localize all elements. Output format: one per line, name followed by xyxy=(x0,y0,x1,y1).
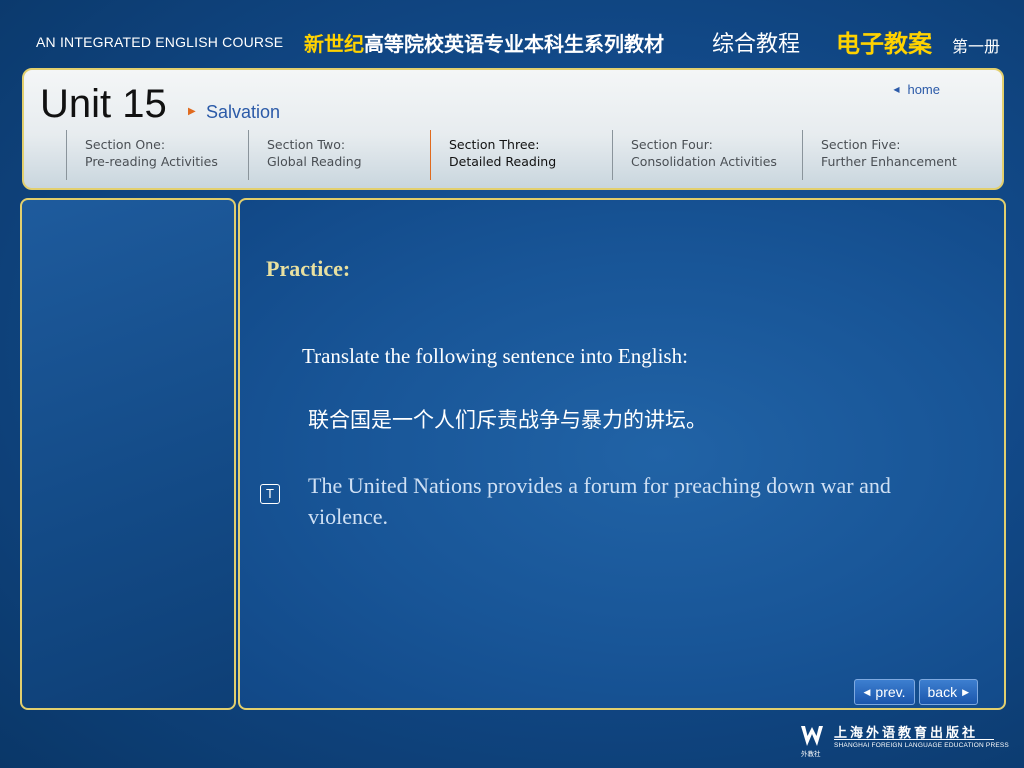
chinese-sentence: 联合国是一个人们斥责战争与暴力的讲坛。 xyxy=(308,408,707,432)
publisher-w-icon: 外教社 xyxy=(801,726,823,758)
series-title-accent: 新世纪 xyxy=(304,32,364,56)
home-label: home xyxy=(907,82,940,97)
section-subtitle: Further Enhancement xyxy=(821,154,957,169)
publisher-name-en: SHANGHAI FOREIGN LANGUAGE EDUCATION PRES… xyxy=(834,742,1009,749)
tab-section-two[interactable]: Section Two: Global Reading xyxy=(248,130,430,180)
prev-button[interactable]: ◀ prev. xyxy=(854,679,915,705)
right-triangle-icon: ▶ xyxy=(188,106,196,117)
series-title: 新世纪高等院校英语专业本科生系列教材 xyxy=(304,28,664,57)
tab-section-one[interactable]: Section One: Pre-reading Activities xyxy=(66,130,248,180)
unit-title: Unit 15 xyxy=(40,82,167,126)
back-button[interactable]: back ▶ xyxy=(918,679,978,705)
course-name: 综合教程 xyxy=(712,32,801,57)
series-title-rest: 高等院校英语专业本科生系列教材 xyxy=(364,32,664,56)
section-title: Section Three: xyxy=(449,137,540,152)
tab-section-four[interactable]: Section Four: Consolidation Activities xyxy=(612,130,802,180)
section-subtitle: Pre-reading Activities xyxy=(85,154,218,169)
translate-icon[interactable]: T xyxy=(260,484,280,504)
content-panel: Practice: Translate the following senten… xyxy=(238,198,1006,710)
section-subtitle: Global Reading xyxy=(267,154,362,169)
publisher-logo-text: 外教社 xyxy=(801,749,821,758)
section-subtitle: Detailed Reading xyxy=(449,154,557,169)
section-title: Section Four: xyxy=(631,137,713,152)
volume-label: 第一册 xyxy=(952,37,1001,56)
unit-subtitle: Salvation xyxy=(206,102,281,122)
tab-section-five[interactable]: Section Five: Further Enhancement xyxy=(802,130,986,180)
publisher-logo: 外教社 上海外语教育出版社 SHANGHAI FOREIGN LANGUAGE … xyxy=(800,720,1009,760)
section-tabs: Section One: Pre-reading Activities Sect… xyxy=(66,130,986,180)
side-panel xyxy=(20,198,236,710)
back-label: back xyxy=(927,684,958,700)
section-title: Section Two: xyxy=(267,137,346,152)
home-link[interactable]: ◀ home xyxy=(893,82,940,97)
tab-section-three[interactable]: Section Three: Detailed Reading xyxy=(430,130,612,180)
section-subtitle: Consolidation Activities xyxy=(631,154,777,169)
left-triangle-icon: ◀ xyxy=(863,686,871,697)
section-title: Section One: xyxy=(85,137,166,152)
left-triangle-icon: ◀ xyxy=(893,85,900,94)
section-title: Section Five: xyxy=(821,137,901,152)
publisher-divider xyxy=(834,739,994,740)
instruction-text: Translate the following sentence into En… xyxy=(302,344,688,368)
translation-answer: The United Nations provides a forum for … xyxy=(308,473,891,529)
header: AN INTEGRATED ENGLISH COURSE 新世纪高等院校英语专业… xyxy=(0,0,1024,66)
slide-nav: ◀ prev. back ▶ xyxy=(854,679,978,705)
right-triangle-icon: ▶ xyxy=(962,686,969,697)
prev-label: prev. xyxy=(875,684,906,700)
lesson-plan-label: 电子教案 xyxy=(836,30,932,58)
practice-heading: Practice: xyxy=(266,256,351,281)
unit-nav-panel: Unit 15 ▶ Salvation ◀ home Section One: … xyxy=(22,68,1004,190)
course-title: AN INTEGRATED ENGLISH COURSE xyxy=(36,34,284,50)
